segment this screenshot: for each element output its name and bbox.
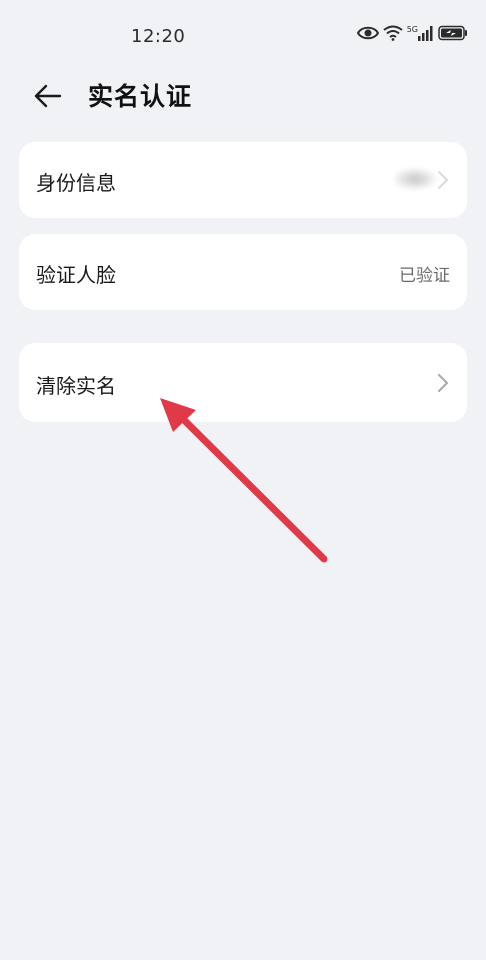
eye-icon: [356, 25, 379, 45]
page-title: 实名认证: [88, 82, 193, 111]
status-icons: 5G: [356, 24, 468, 45]
signal-icon: [418, 25, 434, 45]
face-verification-item[interactable]: 验证人脸 已验证: [19, 234, 467, 310]
back-button[interactable]: [30, 80, 66, 112]
clear-real-name-label: 清除实名: [36, 374, 116, 398]
chevron-right-icon: [437, 170, 449, 190]
battery-icon: [438, 25, 468, 45]
arrow-left-icon: [30, 84, 66, 116]
clear-real-name-item[interactable]: 清除实名: [19, 343, 467, 422]
face-verification-label: 验证人脸: [36, 263, 116, 287]
obscured-value: [393, 168, 437, 190]
chevron-right-icon: [437, 373, 449, 393]
face-verification-status: 已验证: [399, 266, 450, 286]
status-time: 12:20: [131, 26, 186, 47]
page-header: 实名认证: [0, 74, 486, 118]
identity-info-item[interactable]: 身份信息: [19, 142, 467, 218]
status-bar: 12:20 5G: [0, 0, 486, 72]
wifi-icon: [383, 25, 403, 45]
identity-info-label: 身份信息: [36, 171, 116, 195]
network-type-label: 5G: [406, 24, 418, 34]
